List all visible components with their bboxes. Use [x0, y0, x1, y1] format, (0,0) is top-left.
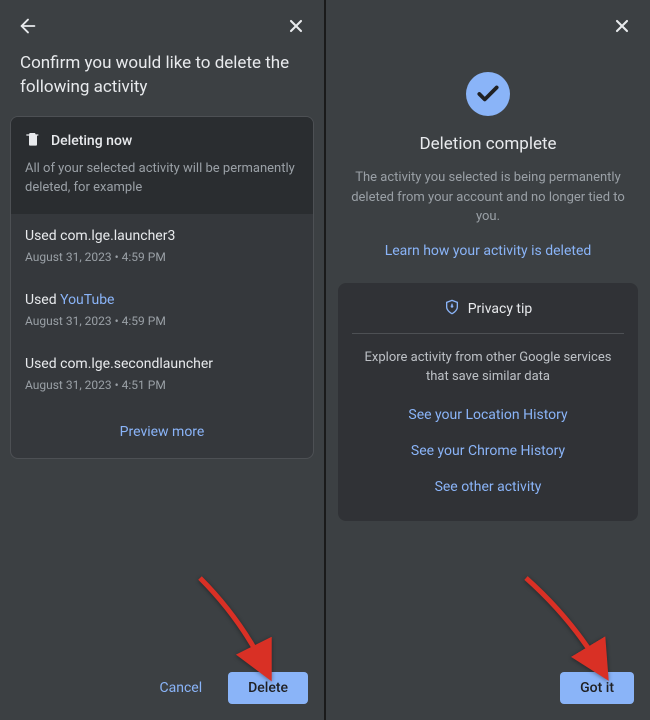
- activity-name: com.lge.launcher3: [60, 228, 175, 244]
- activity-prefix: Used: [25, 228, 60, 244]
- delete-button[interactable]: Delete: [228, 672, 308, 704]
- close-icon[interactable]: [610, 14, 634, 38]
- close-icon[interactable]: [284, 14, 308, 38]
- complete-title: Deletion complete: [326, 134, 650, 154]
- activity-prefix: Used: [25, 292, 60, 308]
- checkmark-badge-icon: [466, 72, 510, 116]
- complete-desc: The activity you selected is being perma…: [326, 168, 650, 227]
- deleting-desc: All of your selected activity will be pe…: [25, 159, 299, 198]
- header: [0, 0, 324, 52]
- activity-time: August 31, 2023 • 4:59 PM: [25, 250, 299, 264]
- tip-link-chrome[interactable]: See your Chrome History: [352, 433, 624, 469]
- tip-link-location[interactable]: See your Location History: [352, 397, 624, 433]
- privacy-tip-card: Privacy tip Explore activity from other …: [338, 283, 638, 521]
- learn-link[interactable]: Learn how your activity is deleted: [326, 243, 650, 259]
- tip-link-other[interactable]: See other activity: [352, 469, 624, 505]
- activity-item: Used com.lge.secondlauncher August 31, 2…: [11, 342, 313, 406]
- activity-time: August 31, 2023 • 4:59 PM: [25, 314, 299, 328]
- trash-icon: [25, 131, 41, 151]
- deletion-complete-panel: Deletion complete The activity you selec…: [326, 0, 650, 720]
- activity-time: August 31, 2023 • 4:51 PM: [25, 378, 299, 392]
- activity-item: Used YouTube August 31, 2023 • 4:59 PM: [11, 278, 313, 342]
- deleting-now-box: Deleting now All of your selected activi…: [11, 117, 313, 214]
- deleting-header-text: Deleting now: [51, 133, 132, 149]
- cancel-button[interactable]: Cancel: [146, 672, 217, 704]
- header: [326, 0, 650, 52]
- got-it-button[interactable]: Got it: [560, 672, 634, 704]
- footer-actions: Cancel Delete: [146, 672, 309, 704]
- activity-prefix: Used: [25, 356, 60, 372]
- back-arrow-icon[interactable]: [16, 14, 40, 38]
- footer-actions: Got it: [560, 672, 634, 704]
- activity-name: com.lge.secondlauncher: [60, 356, 213, 372]
- page-title: Confirm you would like to delete the fol…: [0, 52, 324, 116]
- confirm-delete-panel: Confirm you would like to delete the fol…: [0, 0, 324, 720]
- tip-desc: Explore activity from other Google servi…: [352, 334, 624, 397]
- activity-item: Used com.lge.launcher3 August 31, 2023 •…: [11, 214, 313, 278]
- activity-name-link[interactable]: YouTube: [60, 292, 114, 308]
- tip-header-text: Privacy tip: [468, 301, 533, 317]
- shield-icon: [444, 299, 460, 319]
- preview-more-link[interactable]: Preview more: [11, 406, 313, 458]
- activity-card: Deleting now All of your selected activi…: [10, 116, 314, 459]
